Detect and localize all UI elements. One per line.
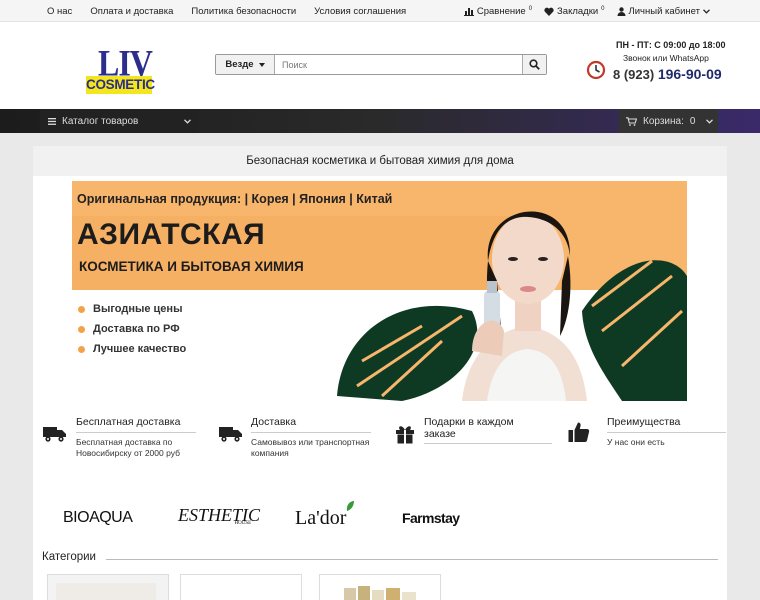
banner-headline: АЗИАТСКАЯ xyxy=(77,218,266,251)
banner-model-image xyxy=(337,211,687,401)
brand-esthetic-house[interactable]: ESTHETIC HOUSE xyxy=(178,505,281,526)
feature-divider xyxy=(607,432,726,433)
feature-title-line: заказе xyxy=(424,428,456,440)
search-bar: Везде xyxy=(215,54,547,75)
search-scope-dropdown[interactable]: Везде xyxy=(216,55,275,74)
bullet-text: Выгодные цены xyxy=(93,303,183,315)
chevron-down-icon xyxy=(706,118,713,124)
brand-lador[interactable]: La'dor xyxy=(295,501,354,530)
brand-bioaqua[interactable]: BIOAQUA xyxy=(63,509,133,527)
banner-bullet: Доставка по РФ xyxy=(78,323,180,335)
top-links: О нас Оплата и доставка Политика безопас… xyxy=(47,6,406,17)
bookmarks-link[interactable]: Закладки 0 xyxy=(544,5,605,17)
compare-count: 0 xyxy=(528,5,533,12)
truck-icon xyxy=(43,427,66,442)
compare-link[interactable]: Сравнение 0 xyxy=(463,5,533,17)
category-image xyxy=(56,583,156,600)
thumbs-up-icon xyxy=(568,422,590,442)
bullet-dot xyxy=(78,305,85,313)
category-image xyxy=(344,586,416,600)
nav-bar: Каталог товаров Корзина: 0 xyxy=(0,109,760,133)
catalog-menu-button[interactable]: Каталог товаров xyxy=(40,109,197,133)
feature-gifts: Подарки в каждом заказе xyxy=(393,416,553,466)
bar-chart-icon xyxy=(463,8,474,16)
clock-icon xyxy=(586,60,606,80)
category-card[interactable] xyxy=(47,574,169,600)
feature-desc-line: Новосибирску от 2000 руб xyxy=(76,448,180,458)
search-button[interactable] xyxy=(522,55,546,74)
cart-icon xyxy=(626,116,637,126)
gift-icon xyxy=(396,426,414,444)
site-logo[interactable]: LIV COSMETIC xyxy=(86,42,155,96)
features-row: Бесплатная доставка Бесплатная доставка … xyxy=(43,416,726,466)
tagline: Безопасная косметика и бытовая химия для… xyxy=(33,146,727,176)
compare-label: Сравнение xyxy=(476,6,526,17)
chevron-down-icon xyxy=(184,118,191,124)
link-about[interactable]: О нас xyxy=(47,6,72,17)
search-icon xyxy=(529,59,540,70)
category-card[interactable] xyxy=(180,574,302,600)
feature-desc-line: У нас они есть xyxy=(607,437,665,447)
bullet-text: Лучшее качество xyxy=(93,343,187,355)
link-payment-delivery[interactable]: Оплата и доставка xyxy=(90,6,173,17)
truck-icon xyxy=(219,427,242,442)
feature-title: Бесплатная доставка xyxy=(76,416,181,428)
working-hours: ПН - ПТ: С 09:00 до 18:00 xyxy=(616,40,726,50)
heart-icon xyxy=(544,7,554,16)
bullet-dot xyxy=(78,345,85,353)
account-link[interactable]: Личный кабинет xyxy=(617,6,710,17)
user-icon xyxy=(617,7,626,16)
brand-lador-name: La'dor xyxy=(295,507,347,529)
banner-bullet: Лучшее качество xyxy=(78,343,186,355)
chevron-down-icon xyxy=(703,9,710,14)
categories-divider xyxy=(106,559,718,560)
feature-divider xyxy=(424,443,552,444)
banner-subheadline: КОСМЕТИКА И БЫТОВАЯ ХИМИЯ xyxy=(79,259,304,274)
feature-delivery: Доставка Самовывоз или транспортная комп… xyxy=(219,416,379,466)
leaf-icon xyxy=(346,501,354,511)
categories-heading: Категории xyxy=(42,551,96,563)
banner-bullet: Выгодные цены xyxy=(78,303,182,315)
logo-line2: COSMETIC xyxy=(86,76,155,94)
phone-main: 196-90-09 xyxy=(657,66,722,82)
phone-number[interactable]: 8 (923) 196-90-09 xyxy=(613,66,722,82)
phone-code: 8 (923) xyxy=(613,67,655,82)
feature-title: Преимущества xyxy=(607,416,681,428)
link-privacy-policy[interactable]: Политика безопасности xyxy=(191,6,296,17)
menu-icon xyxy=(48,117,56,125)
feature-divider xyxy=(251,432,371,433)
category-card[interactable] xyxy=(319,574,441,600)
feature-advantages: Преимущества У нас они есть xyxy=(568,416,728,466)
account-label: Личный кабинет xyxy=(628,6,700,17)
top-bar: О нас Оплата и доставка Политика безопас… xyxy=(0,0,760,22)
top-right-links: Сравнение 0 Закладки 0 Личный кабинет xyxy=(463,5,710,17)
search-input[interactable] xyxy=(275,55,522,74)
feature-title: Доставка xyxy=(251,416,297,428)
search-scope-label: Везде xyxy=(225,59,254,70)
header: LIV COSMETIC Везде ПН - ПТ: С 09:00 до 1… xyxy=(0,22,760,109)
bookmarks-label: Закладки xyxy=(557,6,599,17)
cart-count: 0 xyxy=(689,115,696,127)
feature-divider xyxy=(76,432,196,433)
link-terms[interactable]: Условия соглашения xyxy=(314,6,406,17)
cart-label: Корзина: xyxy=(643,115,684,127)
main-content: Безопасная косметика и бытовая химия для… xyxy=(33,146,727,600)
cart-button[interactable]: Корзина: 0 xyxy=(619,109,718,133)
contact-note: Звонок или WhatsApp xyxy=(623,53,709,63)
promo-banner[interactable]: Оригинальная продукция: | Корея | Япония… xyxy=(72,181,687,401)
feature-desc-line: компания xyxy=(251,448,289,458)
brand-farmstay[interactable]: Farmstay xyxy=(402,510,460,526)
feature-desc-line: Бесплатная доставка по xyxy=(76,437,173,447)
bookmarks-count: 0 xyxy=(601,5,605,12)
bullet-text: Доставка по РФ xyxy=(93,323,180,335)
caret-down-icon xyxy=(258,62,265,67)
bullet-dot xyxy=(78,325,85,333)
feature-desc-line: Самовывоз или транспортная xyxy=(251,437,370,447)
brand-esthetic-sub: HOUSE xyxy=(234,521,252,526)
feature-free-delivery: Бесплатная доставка Бесплатная доставка … xyxy=(43,416,203,466)
feature-title-line: Подарки в каждом xyxy=(424,416,514,428)
brands-row: BIOAQUA ESTHETIC HOUSE La'dor Farmstay xyxy=(63,501,523,536)
catalog-label: Каталог товаров xyxy=(62,115,139,127)
